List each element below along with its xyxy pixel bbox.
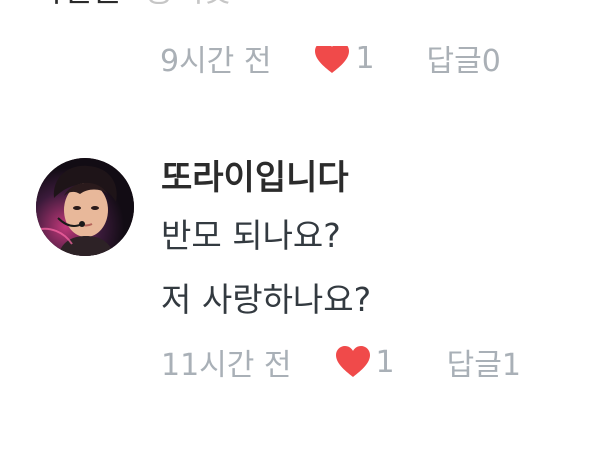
previous-comment-time: 9시간 전 [160,44,272,79]
previous-comment-text-dark: 파란눈 [34,0,122,9]
previous-comment-text-muted: 동백꽃 [144,0,232,9]
reply-button[interactable]: 답글1 [447,340,521,384]
comment-line: 저 사랑하나요? [161,280,372,319]
reply-comment: 또라이입니다 반모 되나요? 저 사랑하나요? 11시간 전 1 답글1 [0,150,608,410]
previous-comment-like-button[interactable]: 1 [313,40,375,76]
comment-screen: 파란눈동백꽃 9시간 전 1 답글0 [0,0,608,456]
previous-comment-like-count: 1 [355,40,375,76]
reply-meta: 11시간 전 1 답글1 [161,340,521,384]
previous-comment-reply-label: 답글 [426,44,482,79]
reply-time: 11시간 전 [161,348,292,383]
previous-comment-reply-button[interactable]: 답글0 [426,44,501,80]
author-name[interactable]: 또라이입니다 [161,156,349,200]
avatar[interactable] [36,158,134,256]
avatar-image [36,158,134,256]
previous-comment-meta: 9시간 전 1 답글0 [160,40,501,80]
reply-label: 답글 [446,348,502,383]
heart-icon [335,346,370,377]
like-button[interactable]: 1 [334,345,395,380]
like-count: 1 [375,344,395,380]
heart-icon [315,46,350,73]
previous-comment-text: 파란눈 동백꽃 [34,0,233,10]
reply-count: 1 [501,348,521,383]
previous-comment: 파란눈 동백꽃 9시간 전 1 답글0 [0,0,608,100]
previous-comment-reply-count: 0 [481,44,501,79]
comment-line: 반모 되나요? [161,216,341,255]
